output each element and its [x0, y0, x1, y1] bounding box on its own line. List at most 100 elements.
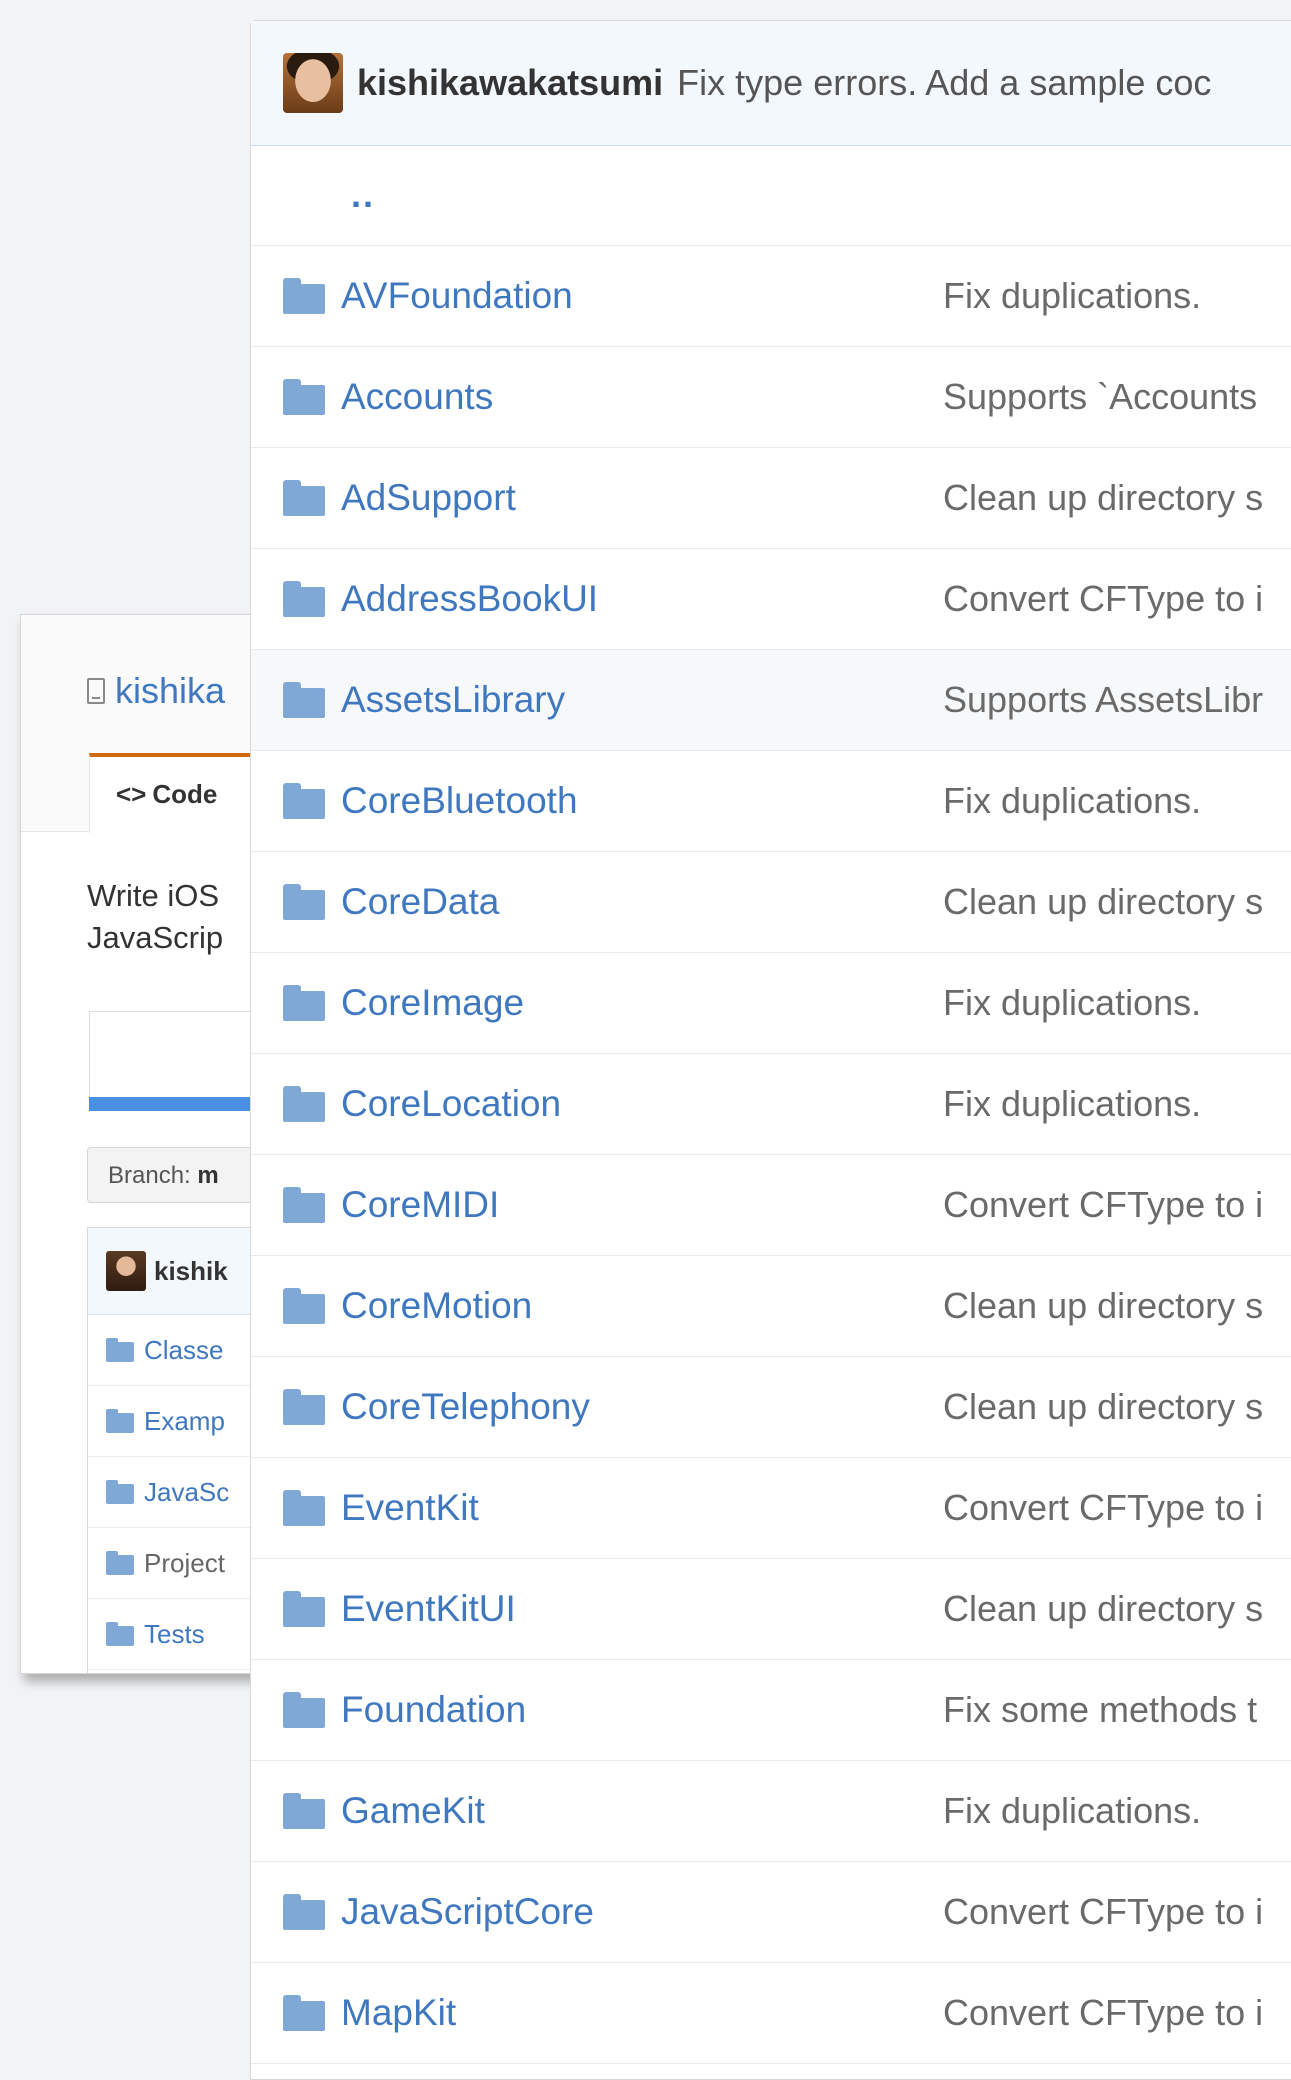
list-item-label[interactable]: Classe [144, 1335, 223, 1366]
repo-description-line-1: Write iOS [87, 878, 220, 913]
folder-icon [283, 480, 325, 516]
repo-title[interactable]: kishika [87, 670, 225, 712]
folder-icon [283, 1692, 325, 1728]
file-commit-message[interactable]: Convert CFType to i [943, 1891, 1263, 1933]
folder-icon [283, 581, 325, 617]
file-commit-message[interactable]: Fix duplications. [943, 275, 1201, 317]
table-row[interactable]: JavaScriptCore Convert CFType to i [251, 1862, 1291, 1963]
file-name-link[interactable]: CoreTelephony [341, 1386, 590, 1428]
table-row[interactable]: AddressBookUI Convert CFType to i [251, 549, 1291, 650]
file-table: .. AVFoundation Fix duplications. Accounts… [251, 145, 1291, 2064]
folder-icon [106, 1551, 134, 1575]
table-row[interactable]: CoreLocation Fix duplications. [251, 1054, 1291, 1155]
repo-icon [87, 678, 105, 704]
file-commit-message[interactable]: Clean up directory s [943, 1588, 1263, 1630]
branch-value: m [197, 1162, 219, 1189]
file-commit-message[interactable]: Fix duplications. [943, 982, 1201, 1024]
file-name-link[interactable]: CoreLocation [341, 1083, 561, 1125]
avatar[interactable] [106, 1251, 146, 1291]
file-name-link[interactable]: CoreMotion [341, 1285, 532, 1327]
folder-icon [106, 1480, 134, 1504]
table-row[interactable]: AssetsLibrary Supports AssetsLibr [251, 650, 1291, 751]
file-name-link[interactable]: AVFoundation [341, 275, 573, 317]
table-row[interactable]: CoreBluetooth Fix duplications. [251, 751, 1291, 852]
file-browser-panel: kishikawakatsumi Fix type errors. Add a … [250, 20, 1291, 2080]
file-commit-message[interactable]: Fix duplications. [943, 780, 1201, 822]
file-commit-message[interactable]: Convert CFType to i [943, 1487, 1263, 1529]
file-name-link[interactable]: AddressBookUI [341, 578, 598, 620]
file-commit-message[interactable]: Convert CFType to i [943, 1992, 1263, 2034]
folder-icon [283, 1389, 325, 1425]
folder-icon [106, 1622, 134, 1646]
code-icon: <> [116, 779, 147, 809]
folder-icon [283, 1187, 325, 1223]
list-item-label[interactable]: Project [144, 1548, 225, 1579]
file-commit-message[interactable]: Supports `Accounts [943, 376, 1257, 418]
tab-code-label: Code [152, 779, 218, 809]
table-row[interactable]: CoreData Clean up directory s [251, 852, 1291, 953]
branch-label: Branch: [108, 1162, 191, 1189]
table-row[interactable]: Accounts Supports `Accounts [251, 347, 1291, 448]
file-name-link[interactable]: EventKit [341, 1487, 479, 1529]
folder-icon [283, 1995, 325, 2031]
folder-icon [283, 884, 325, 920]
table-row[interactable]: CoreTelephony Clean up directory s [251, 1357, 1291, 1458]
file-commit-message[interactable]: Clean up directory s [943, 881, 1263, 923]
list-item-label[interactable]: Tests [144, 1619, 205, 1650]
file-name-link[interactable]: AssetsLibrary [341, 679, 565, 721]
file-commit-message[interactable]: Clean up directory s [943, 1285, 1263, 1327]
parent-directory-link[interactable]: .. [351, 174, 375, 216]
file-name-link[interactable]: CoreImage [341, 982, 524, 1024]
table-row[interactable]: EventKit Convert CFType to i [251, 1458, 1291, 1559]
file-commit-message[interactable]: Supports AssetsLibr [943, 679, 1263, 721]
file-name-link[interactable]: EventKitUI [341, 1588, 516, 1630]
table-row[interactable]: CoreMotion Clean up directory s [251, 1256, 1291, 1357]
list-item-label[interactable]: Examp [144, 1406, 225, 1437]
folder-icon [106, 1409, 134, 1433]
table-row[interactable]: CoreMIDI Convert CFType to i [251, 1155, 1291, 1256]
background-commit-author[interactable]: kishik [154, 1256, 228, 1287]
file-name-link[interactable]: CoreData [341, 881, 499, 923]
file-commit-message[interactable]: Convert CFType to i [943, 578, 1263, 620]
background-repo-window: kishika <> Code Write iOS JavaScrip Bran… [20, 614, 282, 1674]
latest-commit-bar: kishikawakatsumi Fix type errors. Add a … [251, 21, 1291, 146]
file-name-link[interactable]: MapKit [341, 1992, 456, 2034]
file-name-link[interactable]: JavaScriptCore [341, 1891, 594, 1933]
file-name-link[interactable]: CoreBluetooth [341, 780, 578, 822]
parent-directory-row[interactable]: .. [251, 145, 1291, 246]
file-commit-message[interactable]: Fix duplications. [943, 1083, 1201, 1125]
file-name-link[interactable]: AdSupport [341, 477, 516, 519]
folder-icon [283, 1490, 325, 1526]
file-commit-message[interactable]: Clean up directory s [943, 477, 1263, 519]
commit-author[interactable]: kishikawakatsumi [357, 62, 663, 104]
file-name-link[interactable]: Accounts [341, 376, 493, 418]
folder-icon [283, 379, 325, 415]
avatar[interactable] [283, 53, 343, 113]
table-row[interactable]: Foundation Fix some methods t [251, 1660, 1291, 1761]
file-commit-message[interactable]: Clean up directory s [943, 1386, 1263, 1428]
folder-icon [283, 1086, 325, 1122]
folder-icon [106, 1338, 134, 1362]
commit-message[interactable]: Fix type errors. Add a sample coc [677, 62, 1211, 104]
folder-icon [283, 1288, 325, 1324]
file-name-link[interactable]: Foundation [341, 1689, 526, 1731]
table-row[interactable]: MapKit Convert CFType to i [251, 1963, 1291, 2064]
repo-description-line-2: JavaScrip [87, 920, 224, 955]
folder-icon [283, 985, 325, 1021]
folder-icon [283, 1793, 325, 1829]
repo-name[interactable]: kishika [115, 670, 225, 712]
file-commit-message[interactable]: Convert CFType to i [943, 1184, 1263, 1226]
folder-icon [283, 278, 325, 314]
table-row[interactable]: CoreImage Fix duplications. [251, 953, 1291, 1054]
table-row[interactable]: GameKit Fix duplications. [251, 1761, 1291, 1862]
table-row[interactable]: AdSupport Clean up directory s [251, 448, 1291, 549]
folder-icon [283, 1894, 325, 1930]
table-row[interactable]: AVFoundation Fix duplications. [251, 246, 1291, 347]
table-row[interactable]: EventKitUI Clean up directory s [251, 1559, 1291, 1660]
file-commit-message[interactable]: Fix some methods t [943, 1689, 1257, 1731]
file-commit-message[interactable]: Fix duplications. [943, 1790, 1201, 1832]
file-name-link[interactable]: GameKit [341, 1790, 485, 1832]
file-name-link[interactable]: CoreMIDI [341, 1184, 499, 1226]
repo-description: Write iOS JavaScrip [87, 875, 223, 959]
list-item-label[interactable]: JavaSc [144, 1477, 229, 1508]
